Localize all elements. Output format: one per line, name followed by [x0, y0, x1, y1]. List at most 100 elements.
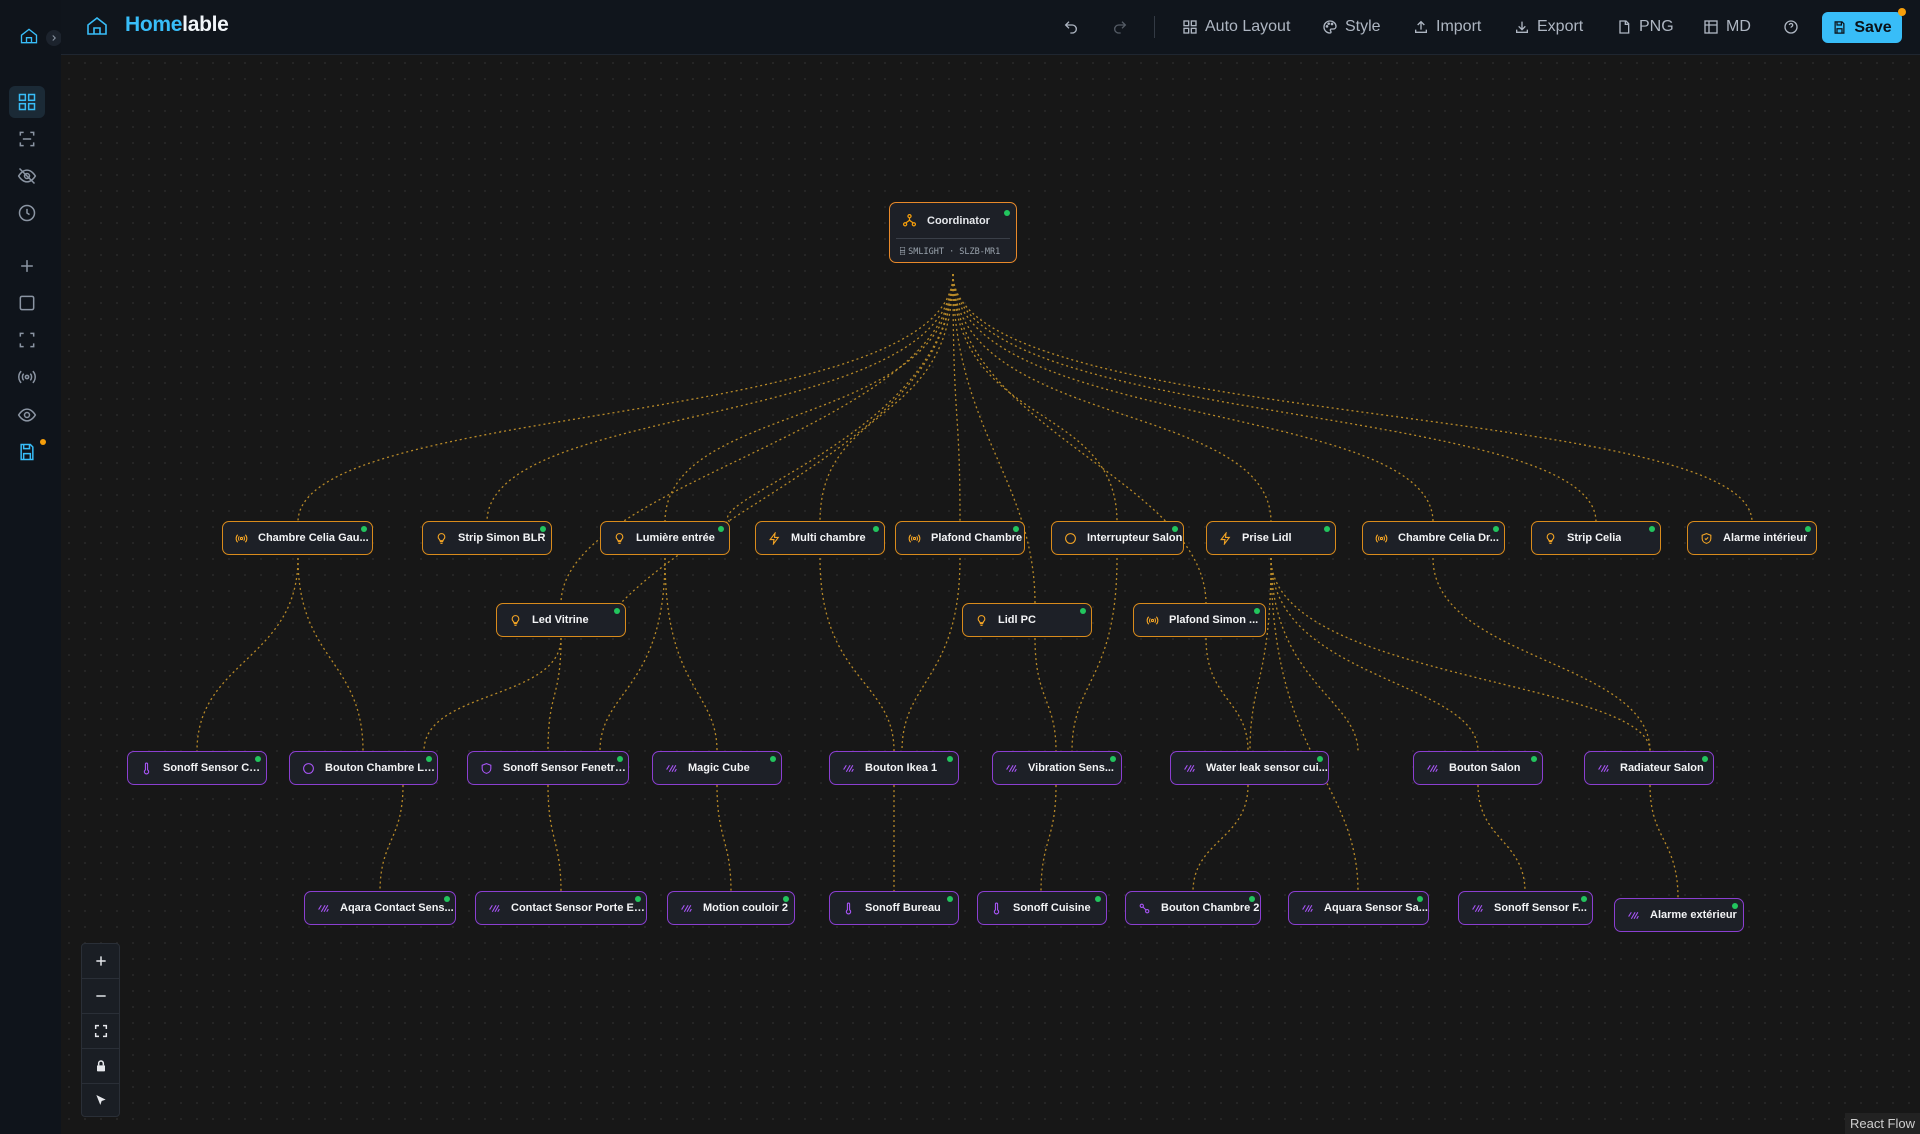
node-led-vitrine[interactable]: Led Vitrine — [496, 603, 626, 637]
link-icon — [1137, 901, 1151, 915]
node-sonoff-bureau[interactable]: Sonoff Bureau — [829, 891, 959, 925]
lightbulb-icon — [508, 613, 522, 627]
node-label: Led Vitrine — [532, 614, 589, 626]
node-sonoff-sensor-fenetre-2[interactable]: Sonoff Sensor Fenetre 2 — [467, 751, 629, 785]
coordinator-node[interactable]: Coordinator ⌸ SMLIGHT · SLZB-MR1 — [889, 202, 1017, 263]
node-strip-celia[interactable]: Strip Celia — [1531, 521, 1661, 555]
node-label: Lidl PC — [998, 614, 1036, 626]
node-motion-couloir-2[interactable]: Motion couloir 2 — [667, 891, 795, 925]
online-indicator — [1805, 526, 1811, 532]
node-chambre-celia-gauche[interactable]: Chambre Celia Gau... — [222, 521, 373, 555]
node-label: Sonoff Cuisine — [1013, 902, 1091, 914]
edge — [1192, 784, 1249, 893]
node-sonoff-sensor-f[interactable]: Sonoff Sensor F... — [1458, 891, 1593, 925]
online-indicator — [1095, 896, 1101, 902]
node-alarme-exterieur[interactable]: Alarme extérieur — [1614, 898, 1744, 932]
node-bouton-chambre-lino[interactable]: Bouton Chambre Lino — [289, 751, 438, 785]
lightbulb-icon — [1543, 531, 1557, 545]
node-label: Multi chambre — [791, 532, 866, 544]
node-radiateur-salon[interactable]: Radiateur Salon — [1584, 751, 1714, 785]
zoom-in-button[interactable] — [82, 944, 119, 979]
online-indicator — [873, 526, 879, 532]
edge — [1477, 784, 1526, 893]
lightbulb-icon — [612, 531, 626, 545]
node-label: Alarme intérieur — [1723, 532, 1808, 544]
edge — [196, 557, 299, 752]
radio-signal-icon — [234, 531, 248, 545]
node-label: Prise Lidl — [1242, 532, 1292, 544]
node-label: Aquara Sensor Sa... — [1324, 902, 1428, 914]
node-prise-lidl[interactable]: Prise Lidl — [1206, 521, 1336, 555]
online-indicator — [1249, 896, 1255, 902]
node-label: Plafond Simon ... — [1169, 614, 1259, 626]
edge — [1249, 557, 1272, 752]
online-indicator — [1172, 526, 1178, 532]
online-indicator — [444, 896, 450, 902]
edge — [1270, 557, 1651, 752]
node-label: Motion couloir 2 — [703, 902, 788, 914]
zigbee-signal-icon — [1182, 761, 1196, 775]
node-label: Alarme extérieur — [1650, 909, 1737, 921]
zigbee-signal-icon — [664, 761, 678, 775]
node-sonoff-cuisine[interactable]: Sonoff Cuisine — [977, 891, 1107, 925]
online-indicator — [426, 756, 432, 762]
node-alarme-interieur[interactable]: Alarme intérieur — [1687, 521, 1817, 555]
node-water-leak-sensor[interactable]: Water leak sensor cui... — [1170, 751, 1329, 785]
select-mode-button[interactable] — [82, 1084, 119, 1118]
lock-button[interactable] — [82, 1049, 119, 1084]
edge — [423, 637, 562, 752]
node-strip-simon-blr[interactable]: Strip Simon BLR — [422, 521, 552, 555]
node-aquara-sensor-salon[interactable]: Aquara Sensor Sa... — [1288, 891, 1429, 925]
node-interrupteur-salon[interactable]: Interrupteur Salon — [1051, 521, 1184, 555]
node-lidl-pc[interactable]: Lidl PC — [962, 603, 1092, 637]
node-label: Water leak sensor cui... — [1206, 762, 1328, 774]
pointer-icon — [95, 1095, 106, 1105]
node-bouton-ikea-1[interactable]: Bouton Ikea 1 — [829, 751, 959, 785]
node-chambre-celia-droite[interactable]: Chambre Celia Dr... — [1362, 521, 1505, 555]
edge — [716, 784, 732, 893]
node-label: Sonoff Sensor F... — [1494, 902, 1587, 914]
thermometer-icon — [139, 761, 153, 775]
node-label: Plafond Chambre — [931, 532, 1023, 544]
edge — [952, 273, 1753, 523]
node-label: Sonoff Bureau — [865, 902, 941, 914]
coordinator-model: SMLIGHT · SLZB-MR1 — [908, 247, 1001, 257]
edges-layer — [196, 273, 1753, 899]
node-lumiere-entree[interactable]: Lumière entrée — [600, 521, 730, 555]
edge — [901, 557, 961, 752]
node-contact-sensor-porte-entree[interactable]: Contact Sensor Porte En... — [475, 891, 647, 925]
node-plafond-simon[interactable]: Plafond Simon ... — [1133, 603, 1266, 637]
minus-icon — [95, 995, 106, 997]
edge — [297, 557, 364, 752]
thermometer-icon — [989, 901, 1003, 915]
zigbee-signal-icon — [1596, 761, 1610, 775]
node-label: Aqara Contact Sens... — [340, 902, 454, 914]
edge — [1205, 637, 1249, 752]
edge — [1270, 557, 1359, 893]
radio-signal-icon — [1374, 531, 1388, 545]
node-vibration-sensor[interactable]: Vibration Sens... — [992, 751, 1122, 785]
online-indicator — [1732, 903, 1738, 909]
node-bouton-chambre-2[interactable]: Bouton Chambre 2 — [1125, 891, 1261, 925]
node-sonoff-sensor-celia[interactable]: Sonoff Sensor Celia — [127, 751, 267, 785]
node-magic-cube[interactable]: Magic Cube — [652, 751, 782, 785]
node-aqara-contact-sensor[interactable]: Aqara Contact Sens... — [304, 891, 456, 925]
node-label: Bouton Chambre Lino — [325, 762, 437, 774]
zigbee-signal-icon — [1300, 901, 1314, 915]
node-label: Chambre Celia Gau... — [258, 532, 369, 544]
online-indicator — [718, 526, 724, 532]
node-label: Strip Celia — [1567, 532, 1622, 544]
node-label: Sonoff Sensor Fenetre 2 — [503, 762, 628, 774]
online-indicator — [1324, 526, 1330, 532]
node-multi-chambre[interactable]: Multi chambre — [755, 521, 885, 555]
node-plafond-chambre[interactable]: Plafond Chambre — [895, 521, 1025, 555]
react-flow-attribution[interactable]: React Flow — [1844, 1113, 1920, 1134]
online-indicator — [1581, 896, 1587, 902]
online-indicator — [1254, 608, 1260, 614]
zoom-out-button[interactable] — [82, 979, 119, 1014]
lightning-icon — [767, 531, 781, 545]
fit-view-button[interactable] — [82, 1014, 119, 1049]
node-label: Strip Simon BLR — [458, 532, 546, 544]
edge — [726, 273, 954, 523]
node-bouton-salon[interactable]: Bouton Salon — [1413, 751, 1543, 785]
